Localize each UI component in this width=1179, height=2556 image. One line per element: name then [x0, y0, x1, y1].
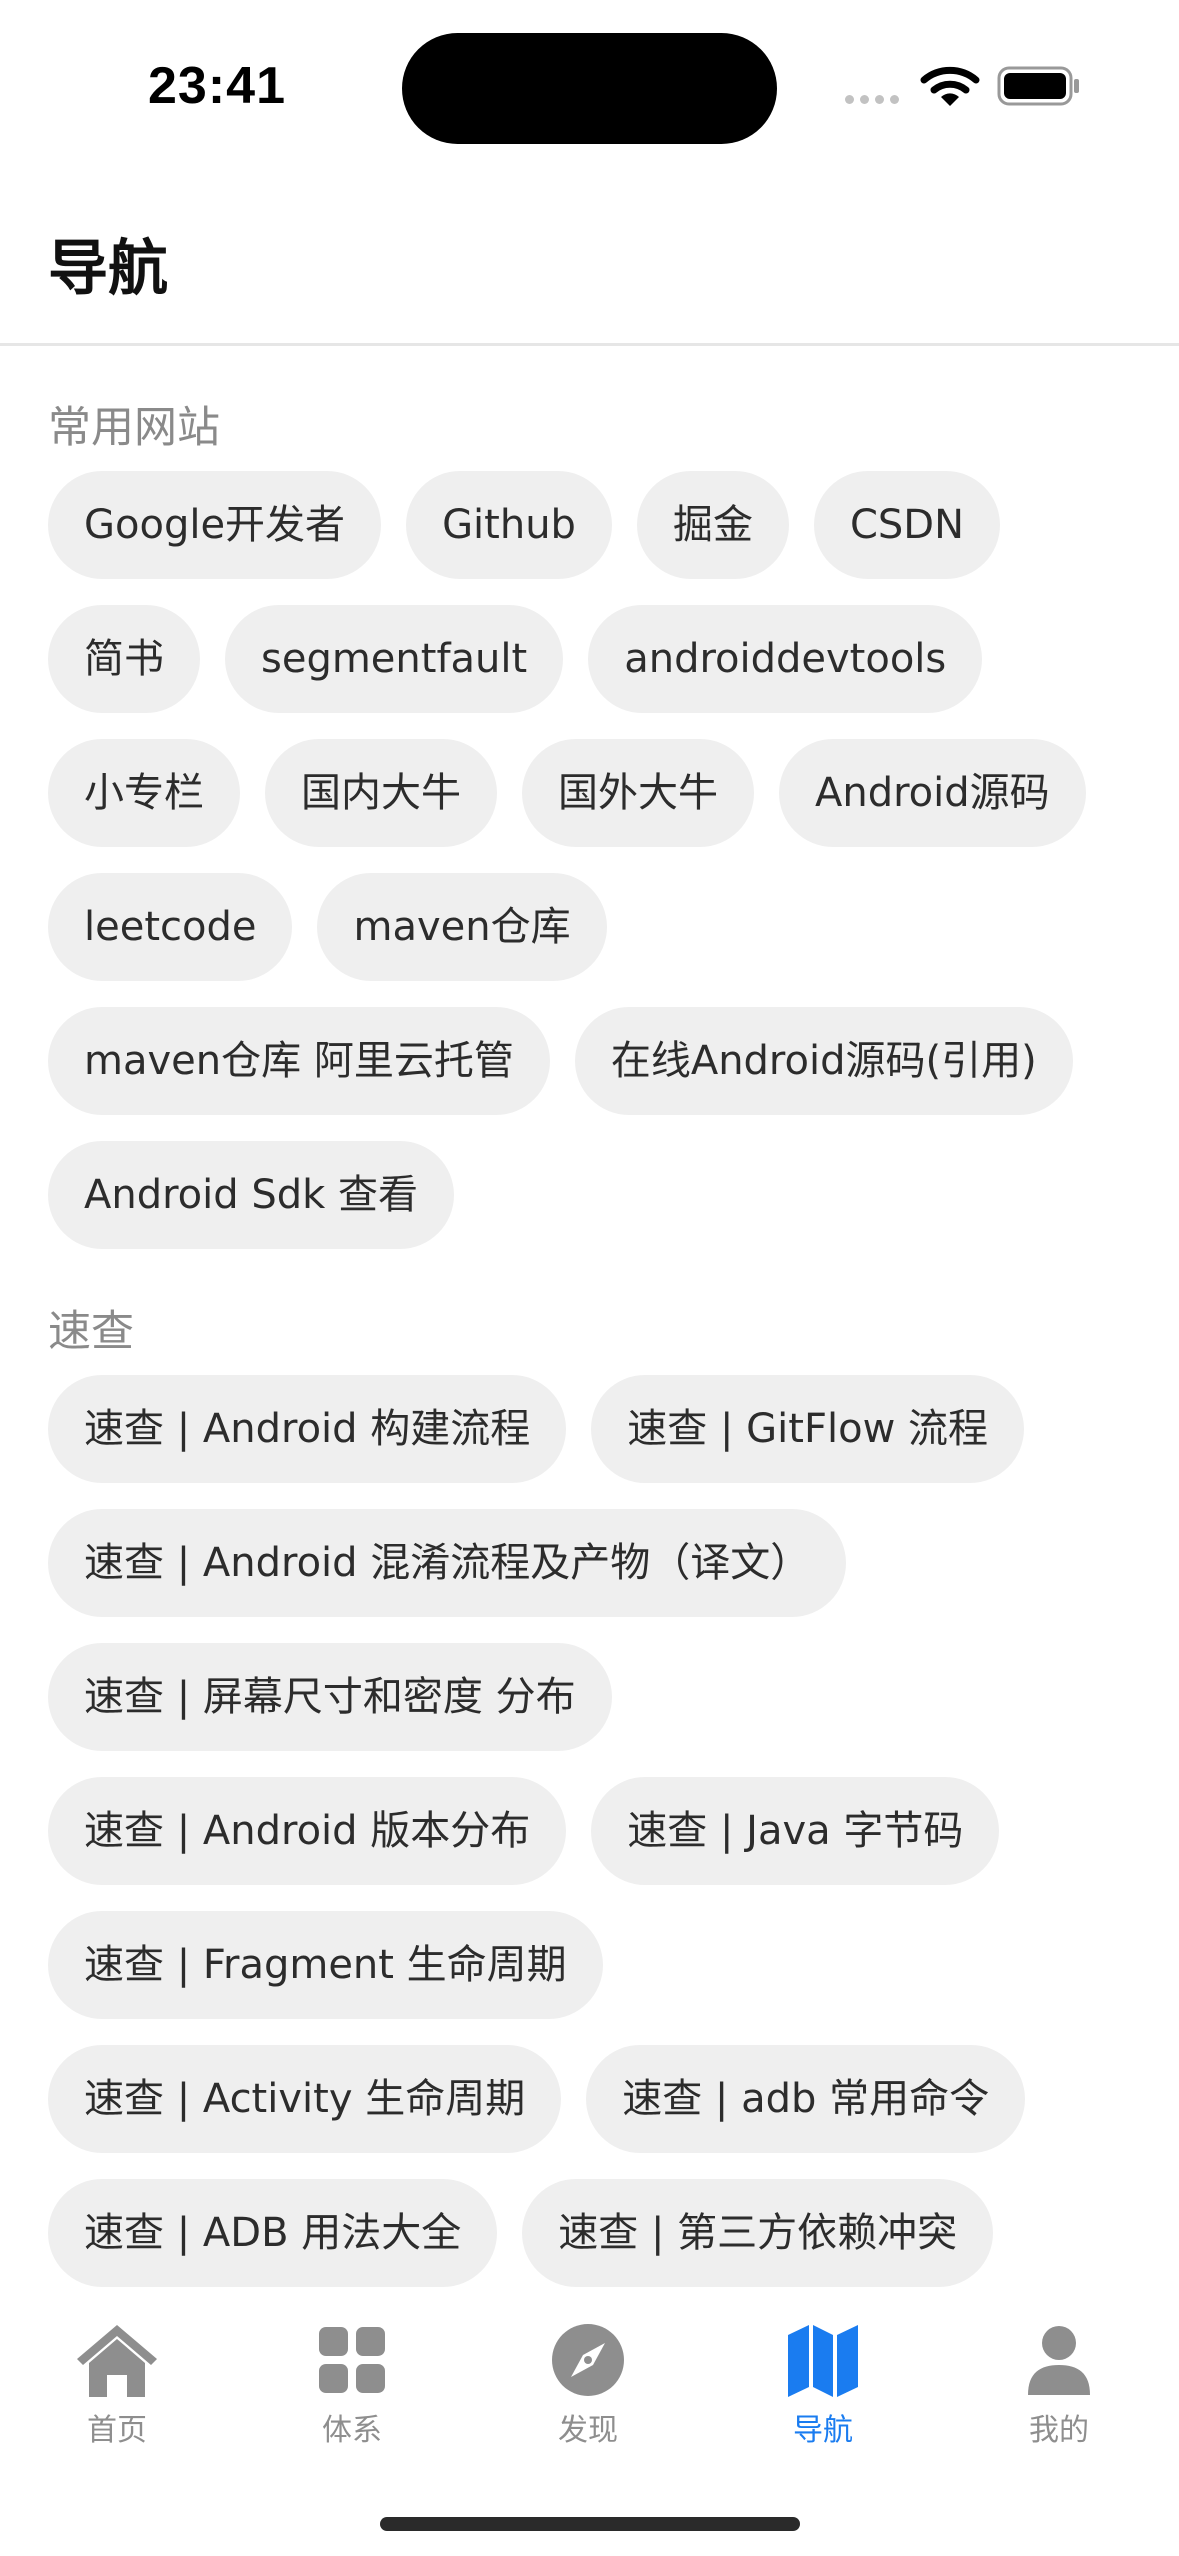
section-title: 常用网站 — [48, 403, 220, 453]
chip-link[interactable]: 在线Android源码(引用) — [574, 1007, 1073, 1115]
chip-link[interactable]: 速查 | adb 常用命令 — [586, 2045, 1026, 2153]
app-screen: 23:41 导航 常用网站 Google开发者 Github 掘金 CSDN 简… — [0, 0, 1179, 2556]
nav-header: 导航 — [0, 180, 1179, 346]
tab-mine[interactable]: 我的 — [969, 2321, 1149, 2471]
chip-link[interactable]: 速查 | 屏幕尺寸和密度 分布 — [48, 1643, 612, 1751]
chip-link[interactable]: CSDN — [813, 471, 1000, 579]
chip-link[interactable]: 速查 | Android 版本分布 — [48, 1777, 567, 1885]
chip-link[interactable]: 速查 | ADB 用法大全 — [48, 2179, 498, 2287]
chip-link[interactable]: maven仓库 — [317, 873, 607, 981]
section-common-sites: 常用网站 Google开发者 Github 掘金 CSDN 简书 segment… — [0, 389, 1179, 1249]
person-icon — [1028, 2326, 1090, 2395]
home-icon — [77, 2325, 157, 2397]
chip-link[interactable]: segmentfault — [225, 605, 564, 713]
chip-group: Google开发者 Github 掘金 CSDN 简书 segmentfault… — [48, 471, 1131, 1249]
chip-link[interactable]: androiddevtools — [588, 605, 983, 713]
chip-link[interactable]: 速查 | Android 构建流程 — [48, 1375, 567, 1483]
chip-group: 速查 | Android 构建流程 速查 | GitFlow 流程 速查 | A… — [48, 1375, 1131, 2287]
cellular-signal-icon — [845, 95, 899, 104]
chip-link[interactable]: 国内大牛 — [265, 739, 497, 847]
home-indicator — [380, 2517, 800, 2531]
chip-link[interactable]: 简书 — [48, 605, 200, 713]
content-scroll[interactable]: 常用网站 Google开发者 Github 掘金 CSDN 简书 segment… — [0, 349, 1179, 2311]
compass-icon — [552, 2324, 624, 2396]
dynamic-island — [402, 33, 777, 144]
tab-discover[interactable]: 发现 — [498, 2321, 678, 2471]
section-quick-reference: 速查 速查 | Android 构建流程 速查 | GitFlow 流程 速查 … — [0, 1293, 1179, 2287]
tab-home[interactable]: 首页 — [27, 2321, 207, 2471]
chip-link[interactable]: leetcode — [48, 873, 293, 981]
chip-link[interactable]: 速查 | Java 字节码 — [591, 1777, 1000, 1885]
chip-link[interactable]: 速查 | Activity 生命周期 — [48, 2045, 562, 2153]
chip-link[interactable]: 速查 | 第三方依赖冲突 — [522, 2179, 994, 2287]
chip-link[interactable]: 速查 | Fragment 生命周期 — [48, 1911, 603, 2019]
grid-icon — [319, 2327, 385, 2393]
chip-link[interactable]: 小专栏 — [48, 739, 240, 847]
chip-link[interactable]: Android Sdk 查看 — [48, 1141, 455, 1249]
status-bar: 23:41 — [0, 0, 1179, 180]
chip-link[interactable]: maven仓库 阿里云托管 — [48, 1007, 550, 1115]
chip-link[interactable]: 国外大牛 — [522, 739, 754, 847]
wifi-icon — [920, 66, 980, 106]
chip-link[interactable]: 速查 | Android 混淆流程及产物（译文） — [48, 1509, 847, 1617]
chip-link[interactable]: Android源码 — [779, 739, 1086, 847]
page-title: 导航 — [48, 234, 168, 304]
section-title: 速查 — [48, 1307, 134, 1357]
chip-link[interactable]: 掘金 — [636, 471, 789, 579]
tab-label: 体系 — [322, 2413, 382, 2448]
status-time: 23:41 — [148, 57, 286, 115]
tab-label: 导航 — [793, 2413, 853, 2448]
tab-system[interactable]: 体系 — [262, 2321, 442, 2471]
tab-navigation[interactable]: 导航 — [733, 2321, 913, 2471]
tab-label: 我的 — [1029, 2413, 1089, 2448]
tab-label: 首页 — [87, 2413, 147, 2448]
chip-link[interactable]: Github — [406, 471, 612, 579]
chip-link[interactable]: Google开发者 — [48, 471, 382, 579]
battery-icon — [997, 66, 1079, 106]
tab-label: 发现 — [558, 2413, 618, 2448]
map-icon — [788, 2325, 858, 2397]
chip-link[interactable]: 速查 | GitFlow 流程 — [591, 1375, 1025, 1483]
